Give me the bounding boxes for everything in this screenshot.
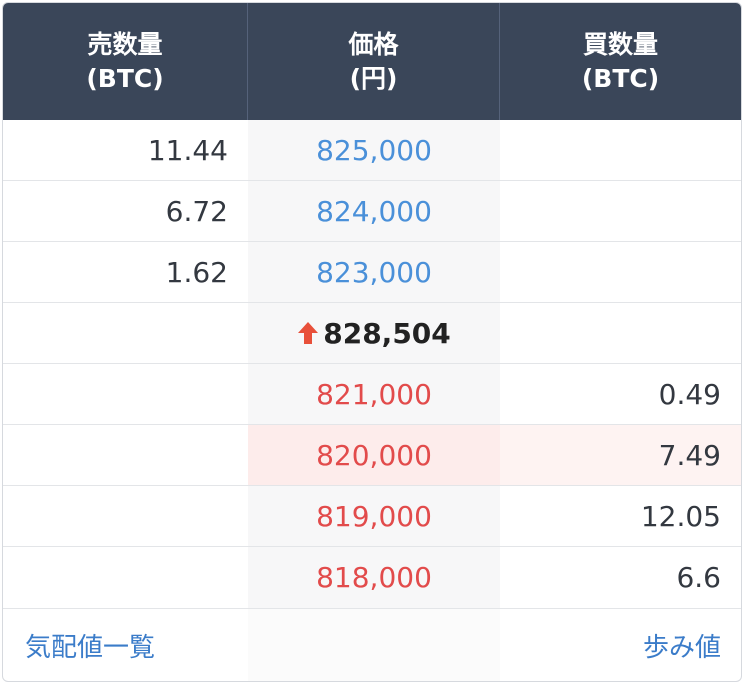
buy-qty-cell: 12.05 — [640, 499, 721, 533]
price-header-unit: (円) — [349, 63, 398, 93]
order-book-header: 売数量 (BTC) 価格 (円) 買数量 (BTC) — [3, 3, 741, 120]
order-book: 売数量 (BTC) 価格 (円) 買数量 (BTC) 11.44 825,000 6… — [2, 2, 742, 682]
price-cell: 820,000 — [248, 425, 500, 485]
sell-qty-header-unit: (BTC) — [86, 63, 164, 93]
sell-qty-cell — [3, 364, 248, 424]
buy-qty-cell — [500, 181, 741, 241]
sell-qty-header-label: 売数量 — [87, 29, 163, 59]
price-cell: 818,000 — [248, 547, 500, 608]
price-cell: 823,000 — [248, 242, 500, 302]
sell-qty-cell: 1.62 — [165, 255, 228, 289]
last-price: 828,504 — [297, 317, 451, 350]
price-cell: 824,000 — [248, 181, 500, 241]
bid-price[interactable]: 820,000 — [316, 439, 432, 472]
order-book-row[interactable]: 828,504 — [3, 303, 741, 364]
sell-qty-cell — [3, 486, 248, 546]
quote-list-link[interactable]: 気配値一覧 — [25, 627, 155, 664]
price-cell: 825,000 — [248, 120, 500, 180]
order-book-footer: 気配値一覧 歩み値 — [3, 609, 741, 681]
ask-price[interactable]: 825,000 — [316, 134, 432, 167]
sell-qty-cell — [3, 425, 248, 485]
order-book-rows: 11.44 825,000 6.72 824,000 1.62 823,000 828,50… — [3, 120, 741, 609]
order-book-row[interactable]: 819,000 12.05 — [3, 486, 741, 547]
buy-qty-cell — [500, 242, 741, 302]
buy-qty-cell — [500, 303, 741, 363]
buy-qty-cell — [500, 120, 741, 180]
buy-qty-header-label: 買数量 — [582, 29, 658, 59]
buy-qty-header: 買数量 (BTC) — [500, 3, 741, 120]
order-book-row[interactable]: 11.44 825,000 — [3, 120, 741, 181]
order-book-row[interactable]: 820,000 7.49 — [3, 425, 741, 486]
order-book-row[interactable]: 821,000 0.49 — [3, 364, 741, 425]
price-header: 価格 (円) — [248, 3, 500, 120]
bid-price[interactable]: 819,000 — [316, 500, 432, 533]
order-book-row[interactable]: 6.72 824,000 — [3, 181, 741, 242]
price-cell: 819,000 — [248, 486, 500, 546]
buy-qty-cell: 6.6 — [676, 561, 721, 594]
bid-price[interactable]: 818,000 — [316, 561, 432, 594]
footer-price-column-strip — [248, 609, 500, 681]
sell-qty-cell: 6.72 — [165, 194, 228, 228]
arrow-up-icon — [298, 322, 319, 344]
buy-qty-header-unit: (BTC) — [581, 63, 660, 93]
price-cell: 828,504 — [248, 303, 500, 363]
buy-qty-cell: 7.49 — [500, 425, 741, 485]
sell-qty-cell: 11.44 — [147, 133, 228, 167]
price-cell: 821,000 — [248, 364, 500, 424]
sell-qty-cell — [3, 547, 248, 608]
order-book-row[interactable]: 818,000 6.6 — [3, 547, 741, 609]
last-price-value: 828,504 — [323, 316, 451, 350]
ask-price[interactable]: 824,000 — [316, 195, 432, 228]
sell-qty-cell — [3, 303, 248, 363]
sell-qty-header: 売数量 (BTC) — [3, 3, 248, 120]
buy-qty-cell: 0.49 — [658, 377, 721, 411]
bid-price[interactable]: 821,000 — [316, 378, 432, 411]
order-book-row[interactable]: 1.62 823,000 — [3, 242, 741, 303]
trade-history-link[interactable]: 歩み値 — [643, 627, 721, 664]
ask-price[interactable]: 823,000 — [316, 256, 432, 289]
price-header-label: 価格 — [348, 29, 399, 59]
